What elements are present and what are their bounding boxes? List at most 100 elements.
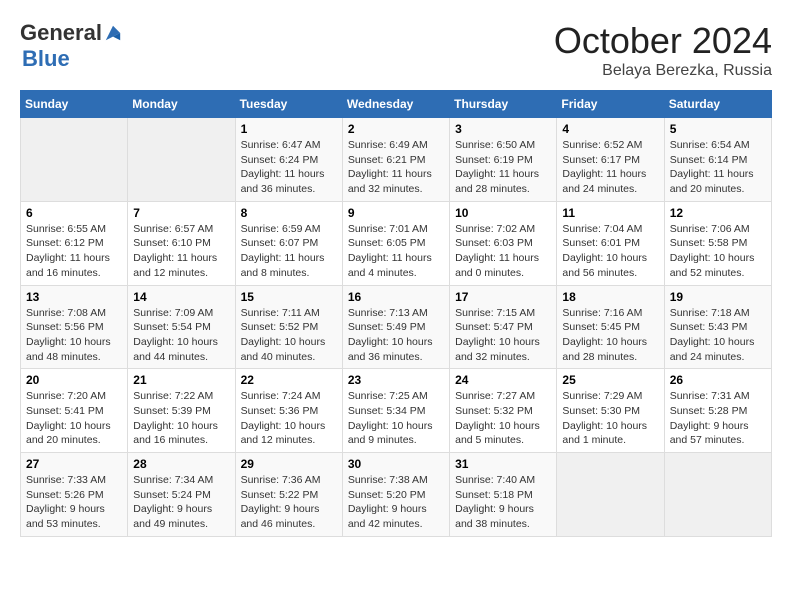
day-info: Sunrise: 7:40 AMSunset: 5:18 PMDaylight:… bbox=[455, 473, 551, 532]
day-cell: 6Sunrise: 6:55 AMSunset: 6:12 PMDaylight… bbox=[21, 201, 128, 285]
day-number: 21 bbox=[133, 373, 229, 387]
day-cell: 7Sunrise: 6:57 AMSunset: 6:10 PMDaylight… bbox=[128, 201, 235, 285]
day-info: Sunrise: 6:47 AMSunset: 6:24 PMDaylight:… bbox=[241, 138, 337, 197]
day-number: 29 bbox=[241, 457, 337, 471]
day-number: 1 bbox=[241, 122, 337, 136]
week-row-3: 13 Sunrise: 7:08 AMSunset: 5:56 PMDayligh… bbox=[21, 285, 772, 369]
day-cell: 16 Sunrise: 7:13 AMSunset: 5:49 PMDayligh… bbox=[342, 285, 449, 369]
day-cell: 23 Sunrise: 7:25 AMSunset: 5:34 PMDayligh… bbox=[342, 369, 449, 453]
day-info: Sunrise: 7:31 AMSunset: 5:28 PMDaylight:… bbox=[670, 389, 766, 448]
day-cell: 24 Sunrise: 7:27 AMSunset: 5:32 PMDayligh… bbox=[450, 369, 557, 453]
title-block: October 2024 Belaya Berezka, Russia bbox=[554, 20, 772, 80]
logo: General Blue bbox=[20, 20, 122, 72]
day-number: 10 bbox=[455, 206, 551, 220]
day-cell: 31 Sunrise: 7:40 AMSunset: 5:18 PMDayligh… bbox=[450, 453, 557, 537]
day-number: 3 bbox=[455, 122, 551, 136]
day-number: 23 bbox=[348, 373, 444, 387]
header-row: SundayMondayTuesdayWednesdayThursdayFrid… bbox=[21, 91, 772, 118]
day-cell: 11Sunrise: 7:04 AMSunset: 6:01 PMDayligh… bbox=[557, 201, 664, 285]
day-info: Sunrise: 7:11 AMSunset: 5:52 PMDaylight:… bbox=[241, 306, 337, 365]
day-cell: 4 Sunrise: 6:52 AMSunset: 6:17 PMDaylight… bbox=[557, 118, 664, 202]
day-number: 26 bbox=[670, 373, 766, 387]
day-info: Sunrise: 7:27 AMSunset: 5:32 PMDaylight:… bbox=[455, 389, 551, 448]
day-cell: 3Sunrise: 6:50 AMSunset: 6:19 PMDaylight… bbox=[450, 118, 557, 202]
day-info: Sunrise: 6:52 AMSunset: 6:17 PMDaylight:… bbox=[562, 138, 658, 197]
day-cell: 2 Sunrise: 6:49 AMSunset: 6:21 PMDaylight… bbox=[342, 118, 449, 202]
day-info: Sunrise: 7:09 AMSunset: 5:54 PMDaylight:… bbox=[133, 306, 229, 365]
header-sunday: Sunday bbox=[21, 91, 128, 118]
location-subtitle: Belaya Berezka, Russia bbox=[554, 62, 772, 80]
header-tuesday: Tuesday bbox=[235, 91, 342, 118]
day-cell: 17Sunrise: 7:15 AMSunset: 5:47 PMDayligh… bbox=[450, 285, 557, 369]
day-cell: 9Sunrise: 7:01 AMSunset: 6:05 PMDaylight… bbox=[342, 201, 449, 285]
day-info: Sunrise: 7:06 AMSunset: 5:58 PMDaylight:… bbox=[670, 222, 766, 281]
day-info: Sunrise: 7:16 AMSunset: 5:45 PMDaylight:… bbox=[562, 306, 658, 365]
day-cell: 19 Sunrise: 7:18 AMSunset: 5:43 PMDayligh… bbox=[664, 285, 771, 369]
day-number: 14 bbox=[133, 290, 229, 304]
day-number: 30 bbox=[348, 457, 444, 471]
calendar-table: SundayMondayTuesdayWednesdayThursdayFrid… bbox=[20, 90, 772, 537]
day-number: 2 bbox=[348, 122, 444, 136]
day-cell: 8 Sunrise: 6:59 AMSunset: 6:07 PMDaylight… bbox=[235, 201, 342, 285]
day-info: Sunrise: 7:18 AMSunset: 5:43 PMDaylight:… bbox=[670, 306, 766, 365]
day-info: Sunrise: 7:36 AMSunset: 5:22 PMDaylight:… bbox=[241, 473, 337, 532]
day-cell bbox=[557, 453, 664, 537]
header-thursday: Thursday bbox=[450, 91, 557, 118]
day-info: Sunrise: 7:29 AMSunset: 5:30 PMDaylight:… bbox=[562, 389, 658, 448]
day-number: 28 bbox=[133, 457, 229, 471]
day-number: 27 bbox=[26, 457, 122, 471]
day-cell: 5 Sunrise: 6:54 AMSunset: 6:14 PMDaylight… bbox=[664, 118, 771, 202]
day-cell: 25Sunrise: 7:29 AMSunset: 5:30 PMDayligh… bbox=[557, 369, 664, 453]
day-cell: 26 Sunrise: 7:31 AMSunset: 5:28 PMDayligh… bbox=[664, 369, 771, 453]
day-info: Sunrise: 7:25 AMSunset: 5:34 PMDaylight:… bbox=[348, 389, 444, 448]
day-info: Sunrise: 6:59 AMSunset: 6:07 PMDaylight:… bbox=[241, 222, 337, 281]
day-number: 8 bbox=[241, 206, 337, 220]
day-cell: 20Sunrise: 7:20 AMSunset: 5:41 PMDayligh… bbox=[21, 369, 128, 453]
day-info: Sunrise: 7:02 AMSunset: 6:03 PMDaylight:… bbox=[455, 222, 551, 281]
day-info: Sunrise: 7:22 AMSunset: 5:39 PMDaylight:… bbox=[133, 389, 229, 448]
day-cell bbox=[21, 118, 128, 202]
day-number: 9 bbox=[348, 206, 444, 220]
day-number: 19 bbox=[670, 290, 766, 304]
day-info: Sunrise: 7:34 AMSunset: 5:24 PMDaylight:… bbox=[133, 473, 229, 532]
header-monday: Monday bbox=[128, 91, 235, 118]
week-row-2: 6Sunrise: 6:55 AMSunset: 6:12 PMDaylight… bbox=[21, 201, 772, 285]
day-number: 20 bbox=[26, 373, 122, 387]
day-info: Sunrise: 7:15 AMSunset: 5:47 PMDaylight:… bbox=[455, 306, 551, 365]
day-info: Sunrise: 6:49 AMSunset: 6:21 PMDaylight:… bbox=[348, 138, 444, 197]
day-cell bbox=[128, 118, 235, 202]
day-number: 24 bbox=[455, 373, 551, 387]
week-row-1: 1 Sunrise: 6:47 AMSunset: 6:24 PMDaylight… bbox=[21, 118, 772, 202]
day-cell: 1 Sunrise: 6:47 AMSunset: 6:24 PMDaylight… bbox=[235, 118, 342, 202]
page-header: General Blue October 2024 Belaya Berezka… bbox=[20, 20, 772, 80]
day-info: Sunrise: 7:33 AMSunset: 5:26 PMDaylight:… bbox=[26, 473, 122, 532]
week-row-5: 27 Sunrise: 7:33 AMSunset: 5:26 PMDayligh… bbox=[21, 453, 772, 537]
day-number: 12 bbox=[670, 206, 766, 220]
day-number: 13 bbox=[26, 290, 122, 304]
day-cell: 14 Sunrise: 7:09 AMSunset: 5:54 PMDayligh… bbox=[128, 285, 235, 369]
day-number: 31 bbox=[455, 457, 551, 471]
day-number: 5 bbox=[670, 122, 766, 136]
day-info: Sunrise: 7:13 AMSunset: 5:49 PMDaylight:… bbox=[348, 306, 444, 365]
month-title: October 2024 bbox=[554, 20, 772, 62]
day-number: 7 bbox=[133, 206, 229, 220]
day-info: Sunrise: 7:08 AMSunset: 5:56 PMDaylight:… bbox=[26, 306, 122, 365]
day-cell: 27 Sunrise: 7:33 AMSunset: 5:26 PMDayligh… bbox=[21, 453, 128, 537]
logo-icon bbox=[104, 24, 122, 42]
day-cell: 12 Sunrise: 7:06 AMSunset: 5:58 PMDayligh… bbox=[664, 201, 771, 285]
day-number: 15 bbox=[241, 290, 337, 304]
logo-general: General bbox=[20, 20, 102, 46]
day-info: Sunrise: 7:04 AMSunset: 6:01 PMDaylight:… bbox=[562, 222, 658, 281]
day-cell: 21 Sunrise: 7:22 AMSunset: 5:39 PMDayligh… bbox=[128, 369, 235, 453]
day-cell bbox=[664, 453, 771, 537]
day-number: 22 bbox=[241, 373, 337, 387]
day-cell: 15 Sunrise: 7:11 AMSunset: 5:52 PMDayligh… bbox=[235, 285, 342, 369]
day-number: 4 bbox=[562, 122, 658, 136]
week-row-4: 20Sunrise: 7:20 AMSunset: 5:41 PMDayligh… bbox=[21, 369, 772, 453]
day-info: Sunrise: 7:24 AMSunset: 5:36 PMDaylight:… bbox=[241, 389, 337, 448]
day-cell: 29 Sunrise: 7:36 AMSunset: 5:22 PMDayligh… bbox=[235, 453, 342, 537]
day-number: 16 bbox=[348, 290, 444, 304]
day-info: Sunrise: 6:54 AMSunset: 6:14 PMDaylight:… bbox=[670, 138, 766, 197]
day-info: Sunrise: 7:38 AMSunset: 5:20 PMDaylight:… bbox=[348, 473, 444, 532]
logo-blue: Blue bbox=[22, 46, 70, 71]
